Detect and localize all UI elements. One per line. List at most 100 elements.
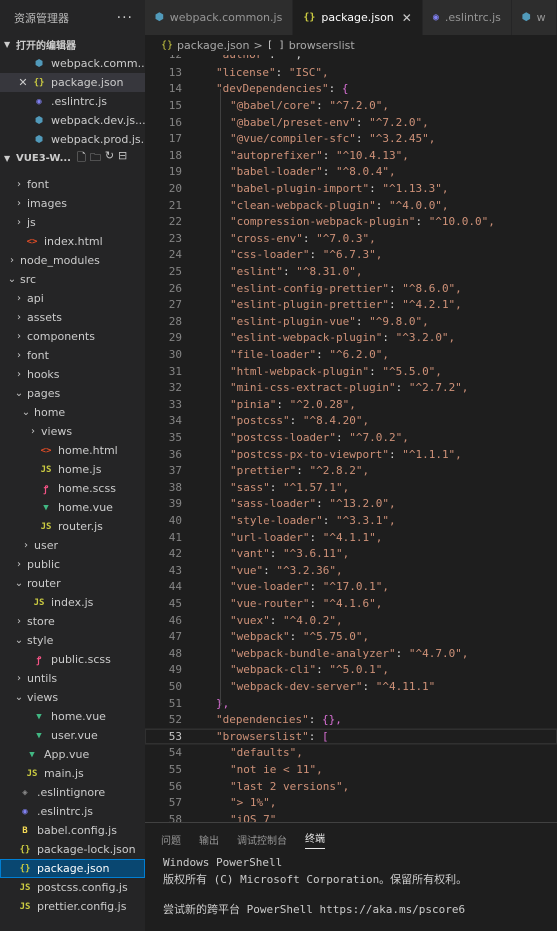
tree-item-user-vue[interactable]: ▼ user.vue xyxy=(0,726,145,745)
tree-item-font[interactable]: › font xyxy=(0,346,145,365)
breadcrumb-file[interactable]: package.json xyxy=(177,39,249,52)
code-line[interactable]: 58 "iOS 7" xyxy=(145,811,557,822)
code-line[interactable]: 28 "eslint-plugin-vue": "^9.8.0", xyxy=(145,313,557,330)
open-editors-header[interactable]: ▼ 打开的编辑器 xyxy=(0,35,145,53)
tree-item-views[interactable]: › views xyxy=(0,422,145,441)
code-line[interactable]: 34 "postcss": "^8.4.20", xyxy=(145,413,557,430)
code-line[interactable]: 38 "sass": "^1.57.1", xyxy=(145,479,557,496)
tree-item-components[interactable]: › components xyxy=(0,327,145,346)
tree-item-views[interactable]: ⌄ views xyxy=(0,688,145,707)
code-line[interactable]: 37 "prettier": "^2.8.2", xyxy=(145,462,557,479)
code-line[interactable]: 50 "webpack-dev-server": "^4.11.1" xyxy=(145,678,557,695)
tree-item-home-js[interactable]: JS home.js xyxy=(0,460,145,479)
tree-item-hooks[interactable]: › hooks xyxy=(0,365,145,384)
open-editor-item[interactable]: ◉ .eslintrc.js xyxy=(0,92,145,111)
tree-item-package-lock-json[interactable]: {} package-lock.json xyxy=(0,840,145,859)
tab-package-json[interactable]: {} package.json ✕ xyxy=(293,0,423,35)
tree-item-babel-config-js[interactable]: Bbabel.config.js xyxy=(0,821,145,840)
tree-item-assets[interactable]: › assets xyxy=(0,308,145,327)
tree-item-user[interactable]: › user xyxy=(0,536,145,555)
code-line[interactable]: 39 "sass-loader": "^13.2.0", xyxy=(145,496,557,513)
tree-item-api[interactable]: › api xyxy=(0,289,145,308)
open-editor-item[interactable]: ✕{} package.json xyxy=(0,73,145,92)
code-line[interactable]: 15 "@babel/core": "^7.2.0", xyxy=(145,97,557,114)
code-line[interactable]: 49 "webpack-cli": "^5.0.1", xyxy=(145,662,557,679)
open-editor-item[interactable]: ⬢ webpack.dev.js... xyxy=(0,111,145,130)
code-line[interactable]: 32 "mini-css-extract-plugin": "^2.7.2", xyxy=(145,379,557,396)
close-icon[interactable]: ✕ xyxy=(402,11,412,25)
tree-item-js[interactable]: › js xyxy=(0,213,145,232)
code-line[interactable]: 16 "@babel/preset-env": "^7.2.0", xyxy=(145,114,557,131)
tree-item-font[interactable]: › font xyxy=(0,175,145,194)
code-line[interactable]: 25 "eslint": "^8.31.0", xyxy=(145,263,557,280)
code-line[interactable]: 17 "@vue/compiler-sfc": "^3.2.45", xyxy=(145,130,557,147)
breadcrumb-node[interactable]: browserslist xyxy=(289,39,355,52)
tree-item-main-js[interactable]: JS main.js xyxy=(0,764,145,783)
code-line[interactable]: 36 "postcss-px-to-viewport": "^1.1.1", xyxy=(145,446,557,463)
code-line[interactable]: 23 "cross-env": "^7.0.3", xyxy=(145,230,557,247)
code-line[interactable]: 43 "vue": "^3.2.36", xyxy=(145,562,557,579)
tree-item-images[interactable]: › images xyxy=(0,194,145,213)
tab-w[interactable]: ⬢ w xyxy=(511,0,557,35)
code-line[interactable]: 29 "eslint-webpack-plugin": "^3.2.0", xyxy=(145,330,557,347)
code-line[interactable]: 52 "dependencies": {}, xyxy=(145,711,557,728)
code-line[interactable]: 51}, xyxy=(145,695,557,712)
new-folder-icon[interactable]: 🗀 xyxy=(90,149,101,168)
tree-item--eslintrc-js[interactable]: ◉ .eslintrc.js xyxy=(0,802,145,821)
tree-item-router[interactable]: ⌄ router xyxy=(0,574,145,593)
tree-item-home-vue[interactable]: ▼ home.vue xyxy=(0,707,145,726)
code-line[interactable]: 55 "not ie < 11", xyxy=(145,761,557,778)
tab--eslintrc-js[interactable]: ◉ .eslintrc.js xyxy=(422,0,512,35)
code-line[interactable]: 57 "> 1%", xyxy=(145,794,557,811)
new-file-icon[interactable]: 🗋 xyxy=(77,149,86,168)
code-line[interactable]: 24 "css-loader": "^6.7.3", xyxy=(145,247,557,264)
code-line[interactable]: 35 "postcss-loader": "^7.0.2", xyxy=(145,429,557,446)
tree-item-app-vue[interactable]: ▼ App.vue xyxy=(0,745,145,764)
panel-tab-0[interactable]: 问题 xyxy=(161,832,181,847)
code-line[interactable]: 13 "license": "ISC", xyxy=(145,64,557,81)
code-line[interactable]: 26 "eslint-config-prettier": "^8.6.0", xyxy=(145,280,557,297)
code-line[interactable]: 31 "html-webpack-plugin": "^5.5.0", xyxy=(145,363,557,380)
tree-item-package-json[interactable]: {} package.json xyxy=(0,859,145,878)
code-line[interactable]: 48 "webpack-bundle-analyzer": "^4.7.0", xyxy=(145,645,557,662)
collapse-all-icon[interactable]: ⊟ xyxy=(118,149,127,168)
code-line[interactable]: 30 "file-loader": "^6.2.0", xyxy=(145,346,557,363)
project-header[interactable]: ▼ VUE3-W... 🗋 🗀 ↻ ⊟ xyxy=(0,149,145,167)
code-line[interactable]: 20 "babel-plugin-import": "^1.13.3", xyxy=(145,180,557,197)
panel-tab-2[interactable]: 调试控制台 xyxy=(237,832,287,847)
code-line[interactable]: 27 "eslint-plugin-prettier": "^4.2.1", xyxy=(145,296,557,313)
tree-item-home-vue[interactable]: ▼ home.vue xyxy=(0,498,145,517)
code-line[interactable]: 47 "webpack": "^5.75.0", xyxy=(145,628,557,645)
open-editor-item[interactable]: ⬢ webpack.comm... xyxy=(0,54,145,73)
tree-item-public-scss[interactable]: ꝭ public.scss xyxy=(0,650,145,669)
code-line[interactable]: 54 "defaults", xyxy=(145,745,557,762)
tree-item-home-html[interactable]: <> home.html xyxy=(0,441,145,460)
tree-item-prettier-config-js[interactable]: JS prettier.config.js xyxy=(0,897,145,916)
code-line[interactable]: 46 "vuex": "^4.0.2", xyxy=(145,612,557,629)
code-line[interactable]: 56 "last 2 versions", xyxy=(145,778,557,795)
tree-item-node-modules[interactable]: › node_modules xyxy=(0,251,145,270)
code-editor[interactable]: 12 "author": "", 13 "license": "ISC", 14 "dev… xyxy=(145,55,557,822)
code-line[interactable]: 53 "browserslist": [ xyxy=(145,728,557,745)
code-line[interactable]: 44 "vue-loader": "^17.0.1", xyxy=(145,579,557,596)
code-line[interactable]: 14 "devDependencies": { xyxy=(145,81,557,98)
tree-item-public[interactable]: › public xyxy=(0,555,145,574)
tree-item-router-js[interactable]: JS router.js xyxy=(0,517,145,536)
refresh-icon[interactable]: ↻ xyxy=(105,149,114,168)
tree-item-home[interactable]: ⌄ home xyxy=(0,403,145,422)
code-line[interactable]: 19 "babel-loader": "^8.0.4", xyxy=(145,164,557,181)
code-line[interactable]: 41 "url-loader": "^4.1.1", xyxy=(145,529,557,546)
tree-item-style[interactable]: ⌄ style xyxy=(0,631,145,650)
tree-item-pages[interactable]: ⌄ pages xyxy=(0,384,145,403)
code-line[interactable]: 42 "vant": "^3.6.11", xyxy=(145,545,557,562)
tree-item-untils[interactable]: › untils xyxy=(0,669,145,688)
panel-tab-1[interactable]: 输出 xyxy=(199,832,219,847)
more-actions-icon[interactable]: ··· xyxy=(117,10,133,26)
code-line[interactable]: 45 "vue-router": "^4.1.6", xyxy=(145,595,557,612)
panel-tab-3[interactable]: 终端 xyxy=(305,830,325,849)
code-line[interactable]: 22 "compression-webpack-plugin": "^10.0.0… xyxy=(145,213,557,230)
code-line[interactable]: 33 "pinia": "^2.0.28", xyxy=(145,396,557,413)
code-line[interactable]: 18 "autoprefixer": "^10.4.13", xyxy=(145,147,557,164)
close-icon[interactable]: ✕ xyxy=(16,76,30,89)
code-line[interactable]: 40 "style-loader": "^3.3.1", xyxy=(145,512,557,529)
